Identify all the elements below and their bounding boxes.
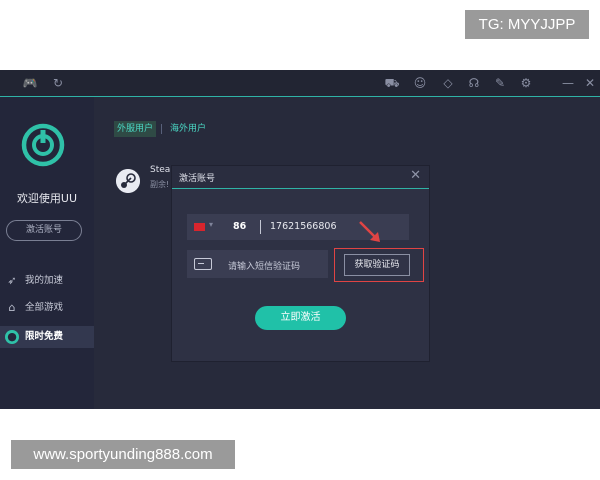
nav-item-limited-free[interactable]: ● 限时免费 — [0, 326, 94, 348]
nav-item-all-games[interactable]: ⌂ 全部游戏 — [0, 297, 94, 319]
country-code: 86 — [233, 221, 247, 232]
arrow-icon — [359, 221, 380, 242]
title-bar: 🎮 ↻ ⛟ ☺ ◇ ☊ ✎ ⚙ — ✕ — [0, 70, 600, 97]
minimize-icon[interactable]: — — [560, 75, 576, 91]
edit-icon[interactable]: ✎ — [492, 75, 508, 91]
welcome-text: 欢迎使用UU — [16, 192, 78, 205]
refresh-icon[interactable]: ↻ — [50, 75, 66, 91]
china-flag-icon[interactable] — [194, 223, 205, 231]
gamepad-icon: ⌂ — [8, 301, 16, 314]
nav-item-my-acceleration[interactable]: ➶ 我的加速 — [0, 270, 94, 292]
close-icon[interactable]: ✕ — [410, 168, 421, 183]
chat-icon[interactable]: ☺ — [412, 75, 428, 91]
dialog-header: 激活账号 ✕ — [172, 166, 429, 189]
nav-label: 限时免费 — [25, 331, 64, 342]
get-code-button[interactable]: 获取验证码 — [344, 254, 410, 276]
cart-icon[interactable]: ⛟ — [384, 75, 400, 91]
sms-code-input-row[interactable]: 请输入短信验证码 — [187, 250, 328, 278]
nav-label: 全部游戏 — [25, 302, 64, 313]
gamepad-icon[interactable]: 🎮 — [22, 75, 38, 91]
sms-code-input[interactable]: 请输入短信验证码 — [228, 259, 300, 272]
sidebar: 欢迎使用UU 激活账号 ➶ 我的加速 ⌂ 全部游戏 ● 限时免费 — [0, 97, 94, 409]
tab-foreign-server[interactable]: 外服用户 — [114, 121, 157, 137]
nav-label: 我的加速 — [25, 275, 64, 286]
rocket-icon: ➶ — [7, 274, 17, 287]
chevron-down-icon[interactable]: ▾ — [209, 220, 213, 229]
gift-icon: ● — [5, 330, 19, 344]
activate-now-button[interactable]: 立即激活 — [255, 306, 346, 330]
activate-account-button[interactable]: 激活账号 — [6, 220, 82, 241]
url-watermark: www.sportyunding888.com — [11, 440, 235, 469]
game-subtitle: 副余! — [150, 180, 170, 189]
tab-divider — [161, 124, 162, 134]
field-divider — [260, 220, 261, 234]
uu-logo-icon — [21, 123, 65, 167]
tag-icon[interactable]: ◇ — [440, 75, 456, 91]
steam-icon — [116, 169, 140, 193]
tab-overseas[interactable]: 海外用户 — [167, 121, 209, 137]
dialog-title: 激活账号 — [179, 174, 216, 184]
game-name: Stear — [150, 165, 174, 175]
tg-watermark: TG: MYYJJPP — [465, 10, 589, 39]
headset-icon[interactable]: ☊ — [466, 75, 482, 91]
settings-icon[interactable]: ⚙ — [518, 75, 534, 91]
phone-number-field[interactable]: 17621566806 — [270, 221, 337, 232]
close-icon[interactable]: ✕ — [582, 75, 598, 91]
activation-dialog: 激活账号 ✕ ▾ 86 17621566806 请输入短信验证码 获取验证码 立… — [172, 166, 429, 361]
sms-icon — [194, 258, 212, 270]
